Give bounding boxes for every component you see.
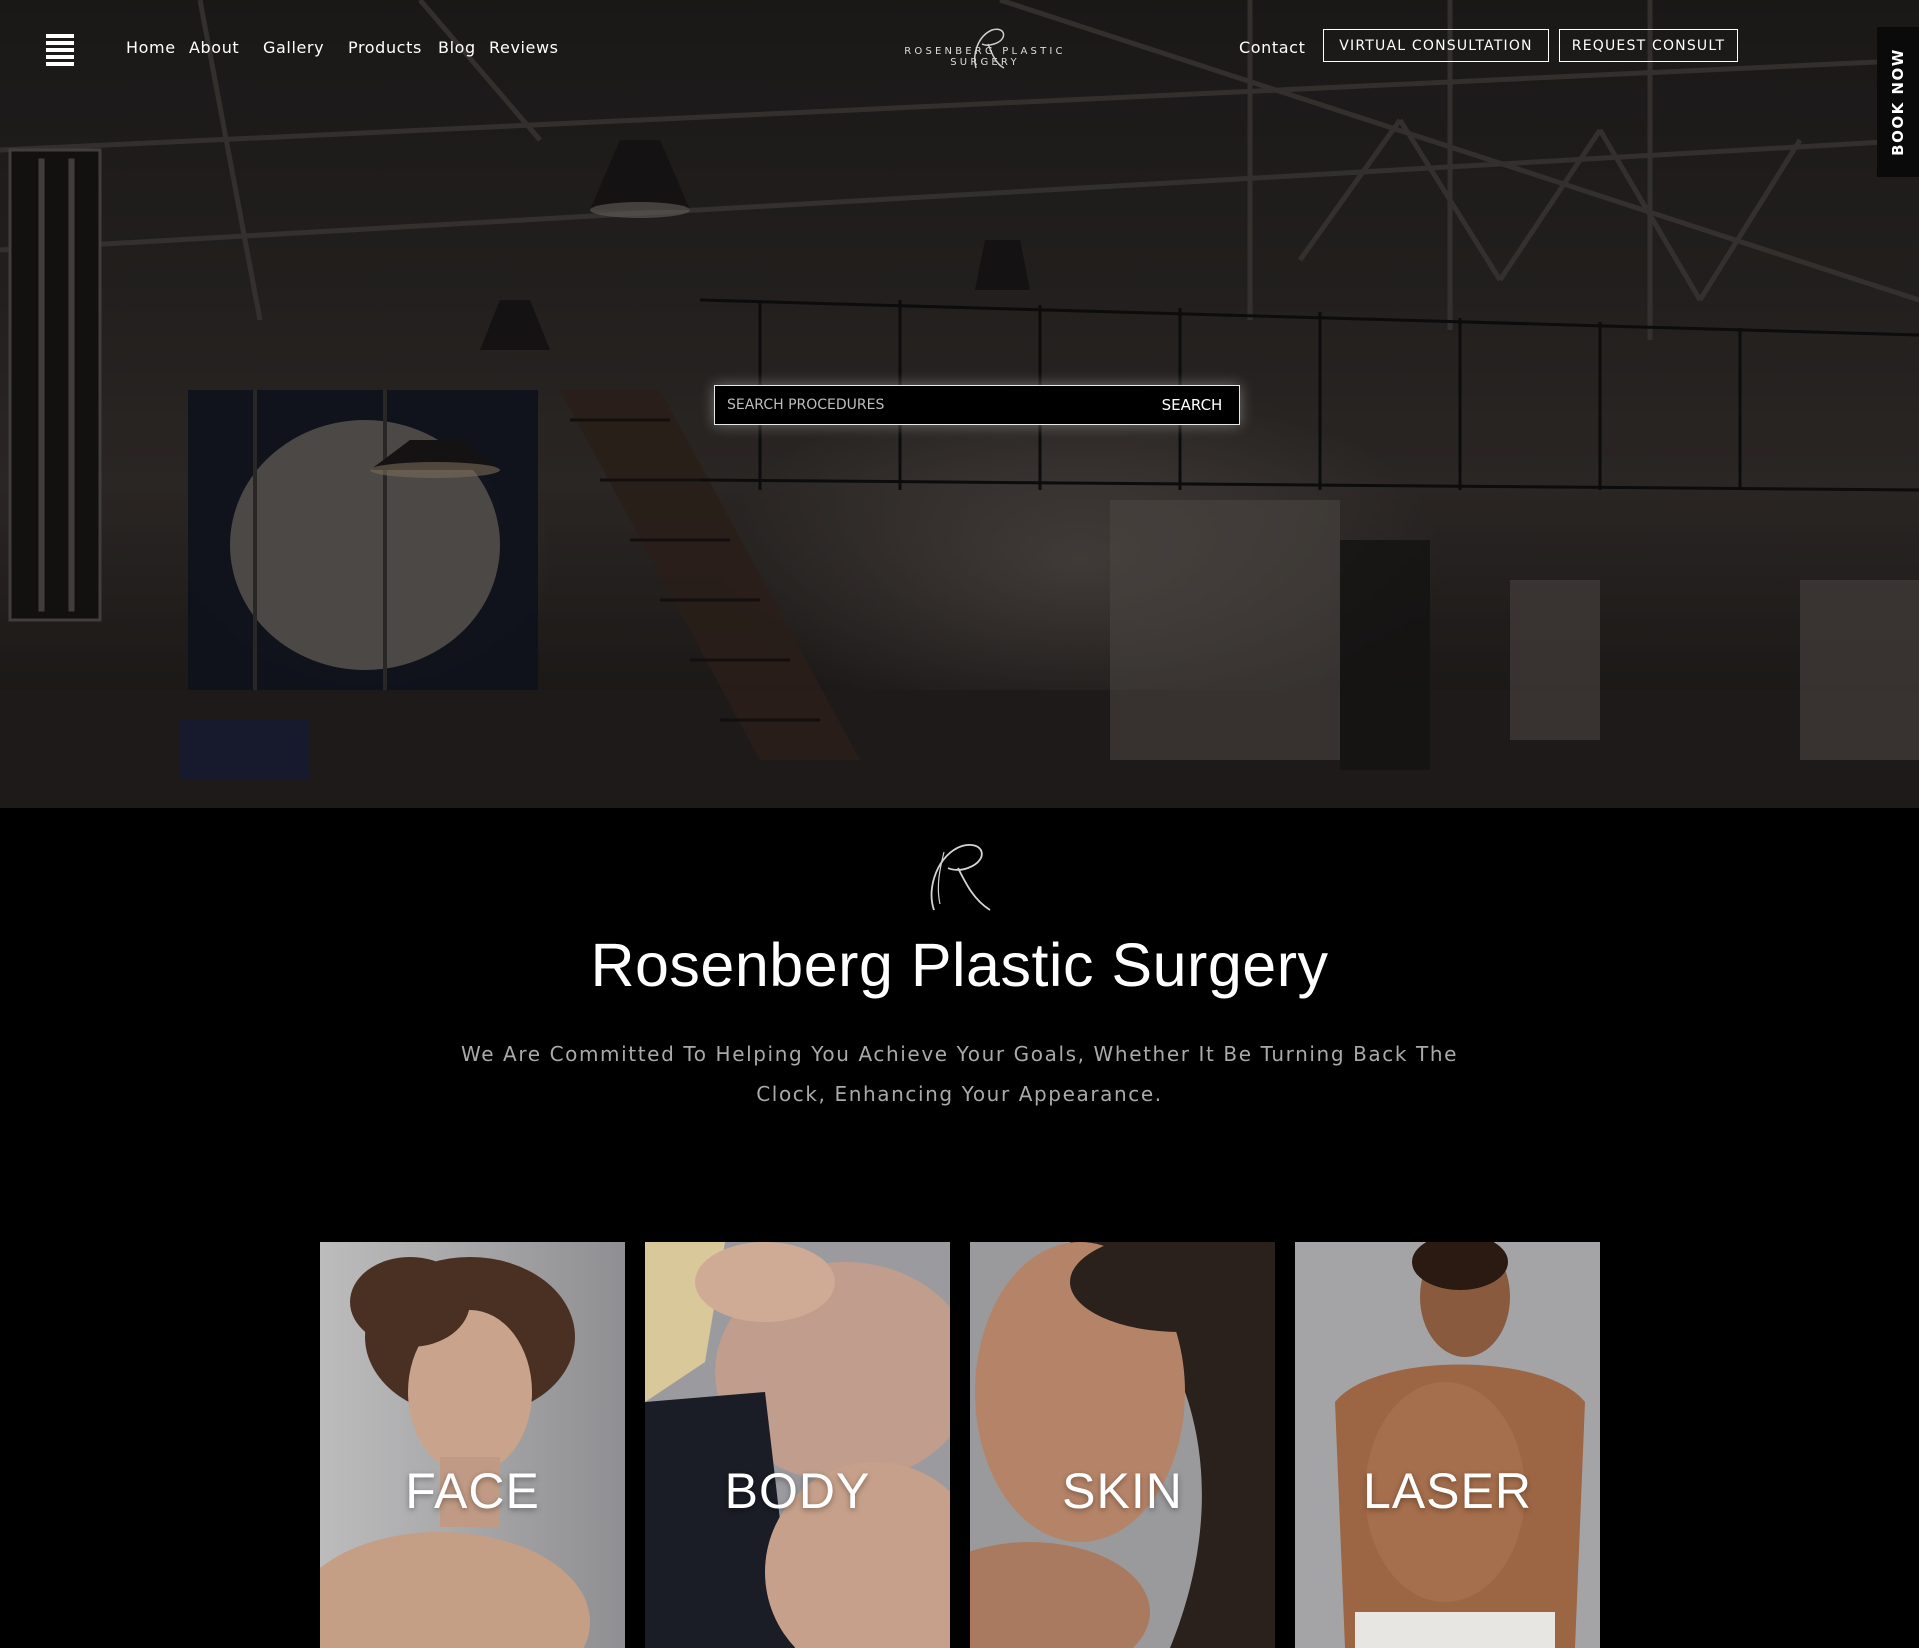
tagline: We Are Committed To Helping You Achieve …	[460, 1042, 1458, 1106]
skin-photo	[970, 1242, 1275, 1648]
body-photo	[645, 1242, 950, 1648]
face-photo	[320, 1242, 625, 1648]
category-card-body[interactable]: BODY	[645, 1242, 950, 1648]
laser-photo	[1295, 1242, 1600, 1648]
nav-blog[interactable]: Blog	[438, 38, 476, 57]
nav-contact[interactable]: Contact	[1239, 38, 1305, 57]
site-logo[interactable]: ROSENBERG PLASTIC SURGERY	[872, 24, 1098, 76]
category-label-laser: LASER	[1363, 1463, 1532, 1519]
virtual-consultation-button[interactable]: VIRTUAL CONSULTATION	[1323, 29, 1549, 62]
category-card-skin[interactable]: SKIN	[970, 1242, 1275, 1648]
category-label-body: BODY	[724, 1463, 871, 1519]
hamburger-menu-icon[interactable]	[46, 34, 74, 66]
category-label-skin: SKIN	[1062, 1463, 1183, 1519]
nav-about[interactable]: About	[189, 38, 239, 57]
nav-gallery[interactable]: Gallery	[263, 38, 324, 57]
category-card-laser[interactable]: LASER	[1295, 1242, 1600, 1648]
procedure-search: SEARCH	[714, 385, 1240, 425]
search-button[interactable]: SEARCH	[1145, 386, 1239, 424]
nav-products[interactable]: Products	[348, 38, 422, 57]
logo-text: ROSENBERG PLASTIC SURGERY	[904, 46, 1066, 68]
script-r-monogram-icon	[930, 844, 991, 911]
search-input[interactable]	[715, 386, 1145, 424]
request-consult-button[interactable]: REQUEST CONSULT	[1559, 29, 1738, 62]
page-title: Rosenberg Plastic Surgery	[590, 931, 1329, 999]
category-label-face: FACE	[405, 1463, 540, 1519]
category-card-face[interactable]: FACE	[320, 1242, 625, 1648]
book-now-label: BOOK NOW	[1889, 48, 1908, 156]
nav-reviews[interactable]: Reviews	[489, 38, 559, 57]
book-now-tab[interactable]: BOOK NOW	[1877, 27, 1919, 177]
nav-home[interactable]: Home	[126, 38, 176, 57]
